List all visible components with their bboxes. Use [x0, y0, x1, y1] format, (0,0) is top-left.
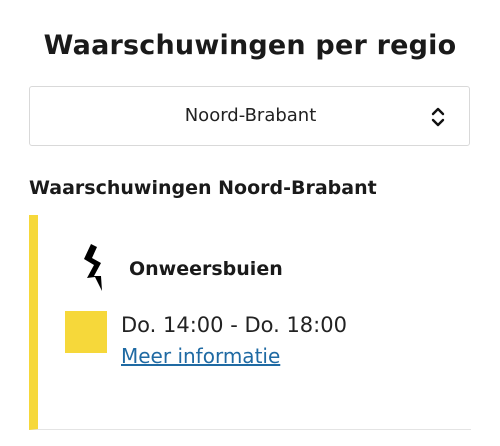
warning-time-range: Do. 14:00 - Do. 18:00 [121, 313, 347, 337]
page-title: Waarschuwingen per regio [43, 30, 457, 61]
warning-card: Onweersbuien Do. 14:00 - Do. 18:00 Meer … [29, 215, 471, 430]
warning-type: Onweersbuien [129, 258, 283, 280]
section-title: Waarschuwingen Noord-Brabant [29, 177, 377, 199]
lightning-bolt-icon [84, 244, 102, 291]
more-info-link[interactable]: Meer informatie [121, 344, 280, 368]
chevron-up-down-icon [431, 107, 445, 127]
warning-level-swatch [65, 311, 107, 353]
region-select[interactable]: Noord-Brabant [29, 86, 470, 146]
region-select-value: Noord-Brabant [184, 105, 317, 126]
